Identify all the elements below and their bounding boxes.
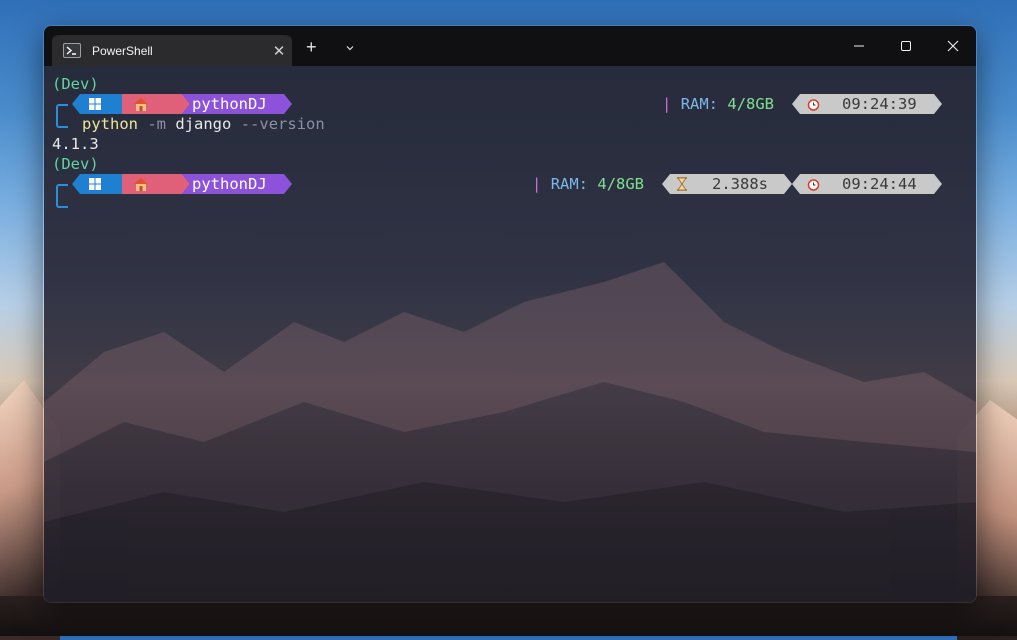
plus-icon[interactable]: +: [306, 38, 317, 56]
close-icon[interactable]: ✕: [266, 42, 292, 60]
ram-value: 4/8GB: [727, 95, 775, 113]
home-icon: [133, 94, 149, 114]
title-bar[interactable]: PowerShell ✕ +: [44, 26, 976, 66]
terminal-area[interactable]: (Dev) pythonDJ | RAM: 4/8GB 09:24:39 pyt…: [44, 66, 976, 602]
ram-separator: |: [662, 95, 672, 113]
venv-label: (Dev): [52, 155, 99, 173]
tab-title: PowerShell: [92, 43, 153, 58]
powershell-icon: [63, 43, 81, 58]
ram-label: RAM:: [680, 95, 719, 113]
ram-indicator: | RAM: 4/8GB: [662, 94, 774, 114]
prompt-time: 09:24:39: [842, 95, 917, 113]
ram-value: 4/8GB: [597, 175, 645, 193]
venv-label: (Dev): [52, 75, 99, 93]
prompt-duration: 2.388s: [712, 175, 768, 193]
prompt-path: pythonDJ: [192, 175, 267, 193]
prompt-bracket-bottom: [56, 200, 68, 208]
terminal-background-mountains: [44, 262, 976, 602]
hourglass-icon: [676, 174, 688, 194]
prompt-path: pythonDJ: [192, 95, 267, 113]
prompt-bracket-bottom: [56, 120, 68, 128]
prompt-time: 09:24:44: [842, 175, 917, 193]
terminal-window: PowerShell ✕ + (Dev) pythonDJ | RAM: 4/8…: [43, 25, 977, 603]
maximize-icon[interactable]: [883, 26, 929, 66]
tab-powershell[interactable]: PowerShell ✕: [52, 35, 292, 66]
home-icon: [133, 174, 149, 194]
alarm-clock-icon: [807, 174, 820, 194]
minimize-icon[interactable]: [836, 26, 882, 66]
command-flag: -m: [147, 115, 167, 133]
close-window-icon[interactable]: [930, 26, 976, 66]
command-exe: python: [82, 115, 138, 133]
command-output: 4.1.3: [52, 135, 99, 153]
command-arg: django: [175, 115, 232, 133]
command-option: --version: [240, 115, 325, 133]
ram-separator: |: [532, 175, 542, 193]
ram-indicator: | RAM: 4/8GB: [532, 174, 644, 194]
ram-label: RAM:: [550, 175, 589, 193]
windows-icon: [89, 94, 101, 114]
alarm-clock-icon: [807, 94, 820, 114]
command-line: python -m django --version: [82, 114, 325, 134]
windows-icon: [89, 174, 101, 194]
chevron-down-icon[interactable]: [345, 40, 355, 58]
